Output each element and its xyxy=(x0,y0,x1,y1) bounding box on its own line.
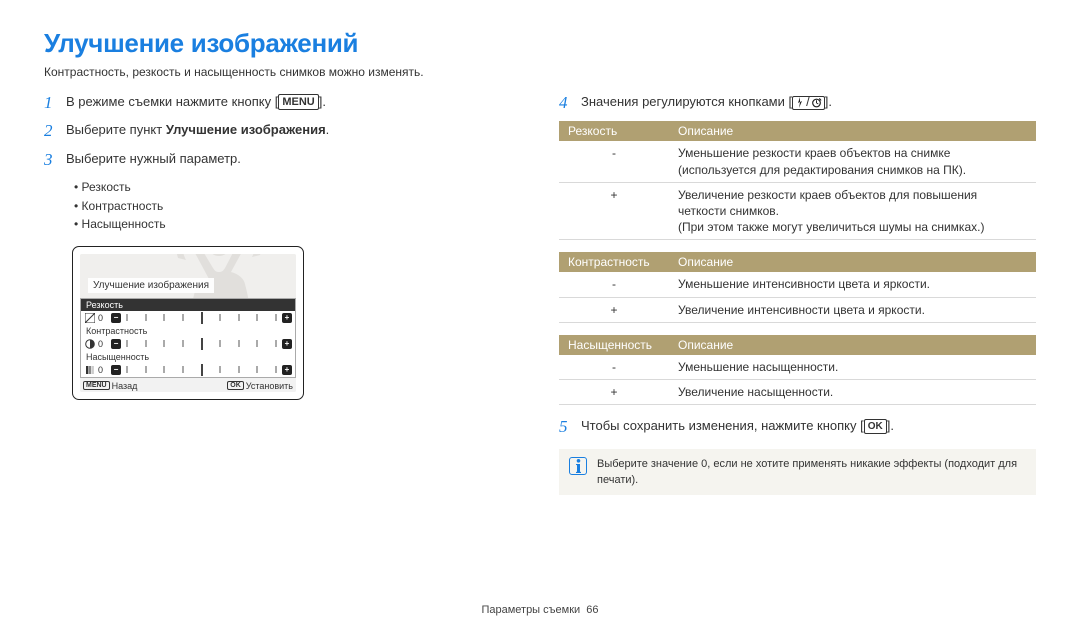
step-number: 2 xyxy=(44,121,66,141)
saturation-table: НасыщенностьОписание -Уменьшение насыщен… xyxy=(559,335,1036,405)
table-cell: Уменьшение интенсивности цвета и яркости… xyxy=(669,272,1036,297)
step-number: 3 xyxy=(44,150,66,170)
table-cell: - xyxy=(559,141,669,182)
step-number: 4 xyxy=(559,93,581,113)
step-2: 2 Выберите пункт Улучшение изображения. xyxy=(44,121,521,141)
table-cell: + xyxy=(559,379,669,404)
info-note: Выберите значение 0, если не хотите прим… xyxy=(559,449,1036,495)
slider-value: 0 xyxy=(98,339,108,349)
ok-button-icon: OK xyxy=(864,419,887,434)
camera-screen-mockup: Улучшение изображения Резкость 0 − + xyxy=(72,246,304,400)
plus-button: + xyxy=(282,365,292,375)
step-4: 4 Значения регулируются кнопками [/]. xyxy=(559,93,1036,113)
slider-value: 0 xyxy=(98,365,108,375)
footer-set: OK Установить xyxy=(227,381,293,391)
step-text: Значения регулируются кнопками [/]. xyxy=(581,93,832,113)
contrast-table: КонтрастностьОписание -Уменьшение интенс… xyxy=(559,252,1036,322)
parameter-list: Резкость Контрастность Насыщенность xyxy=(74,178,521,234)
left-column: 1 В режиме съемки нажмите кнопку [MENU].… xyxy=(44,93,521,495)
plus-button: + xyxy=(282,339,292,349)
slider-label-saturation: Насыщенность xyxy=(81,351,295,363)
step-text: Выберите нужный параметр. xyxy=(66,150,241,170)
flash-timer-buttons-icon: / xyxy=(792,96,825,110)
table-cell: - xyxy=(559,272,669,297)
slider-track xyxy=(124,364,279,376)
table-cell: + xyxy=(559,297,669,322)
minus-button: − xyxy=(111,339,121,349)
step-1: 1 В режиме съемки нажмите кнопку [MENU]. xyxy=(44,93,521,113)
sharpness-table: РезкостьОписание -Уменьшение резкости кр… xyxy=(559,121,1036,240)
note-text: Выберите значение 0, если не хотите прим… xyxy=(597,457,1026,488)
right-column: 4 Значения регулируются кнопками [/]. Ре… xyxy=(559,93,1036,495)
step-3: 3 Выберите нужный параметр. xyxy=(44,150,521,170)
table-cell: + xyxy=(559,182,669,240)
table-cell: Увеличение резкости краев объектов для п… xyxy=(669,182,1036,240)
table-cell: - xyxy=(559,355,669,380)
screen-background: Улучшение изображения xyxy=(80,254,296,298)
saturation-icon xyxy=(84,364,95,375)
minus-button: − xyxy=(111,365,121,375)
table-cell: Увеличение насыщенности. xyxy=(669,379,1036,404)
step-number: 1 xyxy=(44,93,66,113)
table-cell: Уменьшение насыщенности. xyxy=(669,355,1036,380)
list-item: Насыщенность xyxy=(74,215,521,234)
step-text: Выберите пункт Улучшение изображения. xyxy=(66,121,329,141)
footer-back: MENU Назад xyxy=(83,381,137,391)
slider-value: 0 xyxy=(98,313,108,323)
page-subtitle: Контрастность, резкость и насыщенность с… xyxy=(44,65,1036,79)
slider-label-sharpness: Резкость xyxy=(81,299,295,311)
table-cell: Увеличение интенсивности цвета и яркости… xyxy=(669,297,1036,322)
list-item: Резкость xyxy=(74,178,521,197)
page-title: Улучшение изображений xyxy=(44,28,1036,59)
minus-button: − xyxy=(111,313,121,323)
step-text: Чтобы сохранить изменения, нажмите кнопк… xyxy=(581,417,894,437)
list-item: Контрастность xyxy=(74,197,521,216)
screen-panel-title: Улучшение изображения xyxy=(88,278,214,293)
slider-label-contrast: Контрастность xyxy=(81,325,295,337)
page-footer: Параметры съемки 66 xyxy=(0,604,1080,616)
slider-track xyxy=(124,338,279,350)
menu-button-icon: MENU xyxy=(278,94,318,110)
info-icon xyxy=(569,457,587,475)
step-number: 5 xyxy=(559,417,581,437)
contrast-icon xyxy=(84,338,95,349)
slider-track xyxy=(124,312,279,324)
step-text: В режиме съемки нажмите кнопку [MENU]. xyxy=(66,93,326,113)
table-cell: Уменьшение резкости краев объектов на сн… xyxy=(669,141,1036,182)
plus-button: + xyxy=(282,313,292,323)
step-5: 5 Чтобы сохранить изменения, нажмите кно… xyxy=(559,417,1036,437)
sharpness-icon xyxy=(84,312,95,323)
